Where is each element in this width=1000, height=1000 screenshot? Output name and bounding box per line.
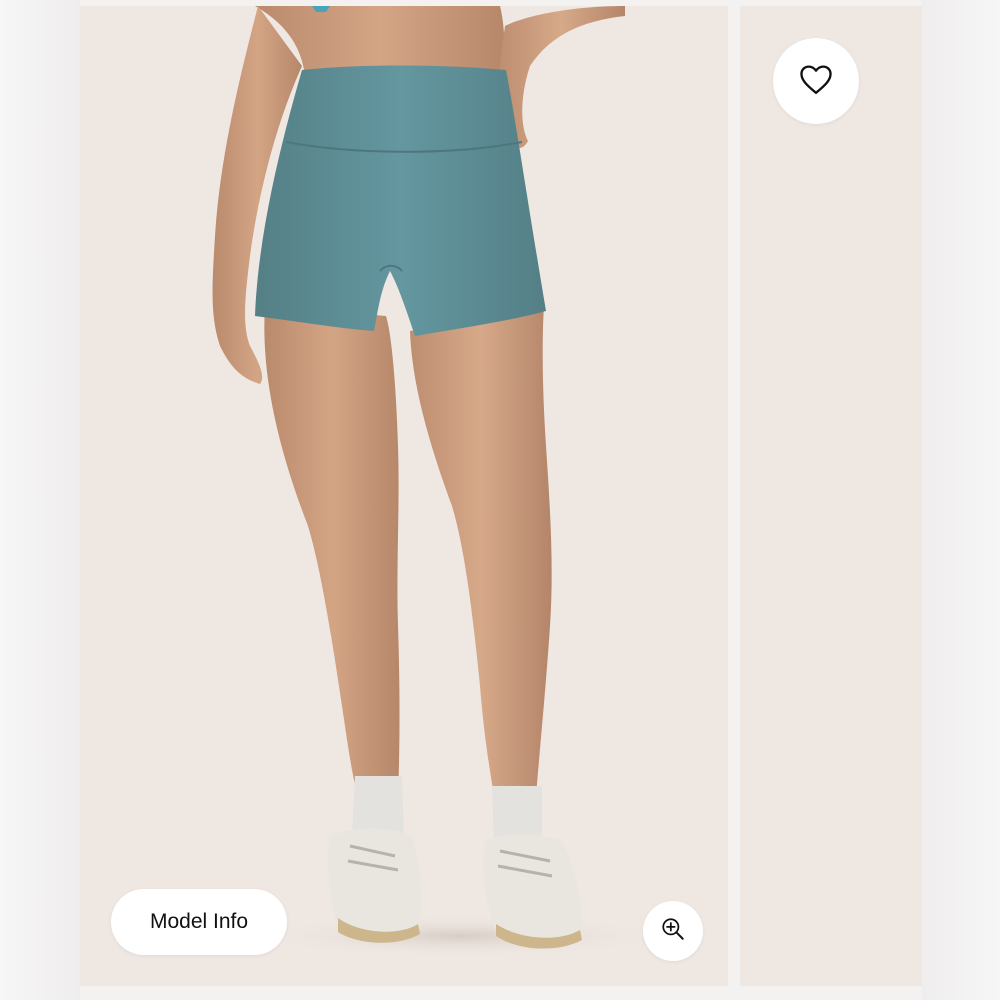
page-margin-left xyxy=(0,0,80,1000)
heart-outline-icon xyxy=(798,63,834,100)
zoom-in-icon xyxy=(660,916,686,947)
product-image-next[interactable] xyxy=(740,6,922,986)
model-photo-illustration xyxy=(212,6,670,958)
product-image-main[interactable] xyxy=(80,6,728,986)
zoom-button[interactable] xyxy=(643,901,703,961)
model-info-label: Model Info xyxy=(149,910,249,933)
page-margin-right xyxy=(922,0,1000,1000)
model-info-button[interactable]: Model Info xyxy=(111,889,287,955)
wishlist-button[interactable] xyxy=(773,38,859,124)
